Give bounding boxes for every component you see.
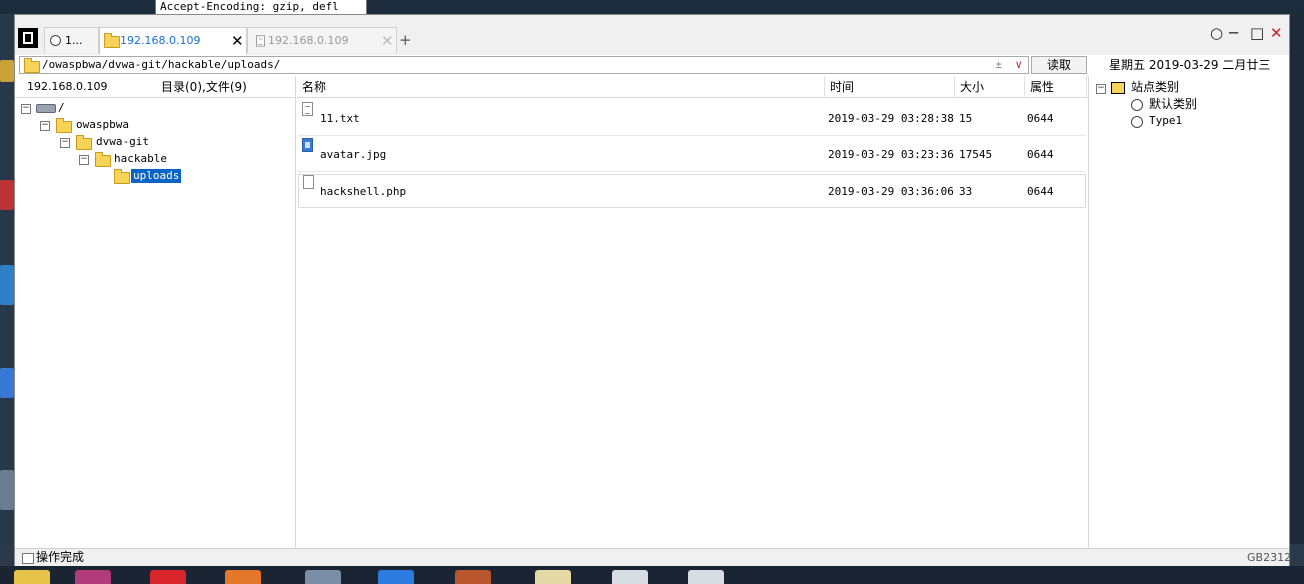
chevron-down-icon[interactable]: ∨: [1015, 57, 1022, 73]
taskbar-player-icon[interactable]: [225, 570, 261, 584]
file-attr: 0644: [1027, 148, 1054, 161]
close-tab-icon[interactable]: ✕: [231, 28, 244, 54]
file-size: 15: [959, 112, 973, 125]
desktop-vm-icon[interactable]: [0, 265, 14, 305]
site-category-type1[interactable]: Type1: [1149, 114, 1182, 128]
close-tab-icon[interactable]: ✕: [381, 28, 394, 53]
category-icon: [1131, 99, 1143, 111]
collapse-toggle[interactable]: −: [40, 121, 50, 131]
image-file-icon: [302, 138, 313, 152]
page-icon: [256, 35, 265, 47]
file-row[interactable]: 11.txt 2019-03-29 03:28:38 15 0644: [298, 102, 1086, 136]
app-logo-icon[interactable]: [18, 28, 38, 48]
left-header: 192.168.0.109 目录(0),文件(9): [15, 76, 296, 98]
file-row[interactable]: avatar.jpg 2019-03-29 03:23:36 17545 064…: [298, 138, 1086, 172]
taskbar-app-icon[interactable]: [75, 570, 111, 584]
file-size: 17545: [959, 148, 993, 161]
desktop-browser-icon[interactable]: [0, 368, 14, 398]
status-text: 操作完成: [36, 550, 85, 564]
directory-tree-pane: 192.168.0.109 目录(0),文件(9) − / − owaspbwa…: [15, 76, 296, 548]
folder-icon: [95, 152, 111, 167]
site-icon: [50, 35, 61, 46]
category-root-icon: [1111, 82, 1125, 94]
file-manager-window: 1... 192.168.0.109 ✕ 192.168.0.109 ✕ + ○…: [14, 14, 1291, 566]
tab-label: 1...: [65, 34, 83, 47]
file-name: hackshell.php: [320, 185, 407, 198]
text-file-icon: [302, 102, 313, 116]
taskbar-app-icon[interactable]: [535, 570, 571, 584]
file-time: 2019-03-29 03:23:36: [828, 148, 954, 161]
category-icon: [1131, 116, 1143, 128]
tab-label: 192.168.0.109: [268, 34, 349, 47]
tree-node-owaspbwa[interactable]: owaspbwa: [76, 118, 129, 132]
desktop-program-icon[interactable]: [0, 470, 14, 510]
file-attr: 0644: [1027, 112, 1054, 125]
folder-icon: [24, 58, 40, 73]
path-row: /owaspbwa/dvwa-git/hackable/uploads/ ± ∨…: [15, 55, 1289, 76]
tab-label: 192.168.0.109: [120, 34, 201, 47]
column-header-size[interactable]: 大小: [955, 76, 1025, 98]
file-attr: 0644: [1027, 185, 1054, 198]
status-icon: [22, 553, 34, 564]
taskbar: [0, 566, 1304, 584]
taskbar-app-icon[interactable]: [378, 570, 414, 584]
file-time: 2019-03-29 03:36:06: [828, 185, 954, 198]
collapse-toggle[interactable]: −: [21, 104, 31, 114]
taskbar-app-icon[interactable]: [305, 570, 341, 584]
column-header-time[interactable]: 时间: [825, 76, 955, 98]
status-bar: 操作完成 GB2312: [15, 548, 1291, 566]
taskbar-explorer-icon[interactable]: [14, 570, 50, 584]
pin-icon[interactable]: ○: [1210, 24, 1223, 42]
tab-1[interactable]: 1...: [44, 27, 99, 53]
tab-3[interactable]: 192.168.0.109 ✕: [247, 27, 397, 53]
drive-icon: [36, 104, 56, 113]
taskbar-app-icon[interactable]: [150, 570, 186, 584]
file-list-pane: 名称 时间 大小 属性 11.txt 2019-03-29 03:28:38 1…: [297, 76, 1089, 548]
tab-2-active[interactable]: 192.168.0.109 ✕: [99, 27, 247, 55]
file-time: 2019-03-29 03:28:38: [828, 112, 954, 125]
tree-node-uploads-selected[interactable]: uploads: [131, 169, 182, 183]
site-category-default[interactable]: 默认类别: [1149, 97, 1197, 111]
taskbar-app-icon[interactable]: [455, 570, 491, 584]
file-row[interactable]: hackshell.php 2019-03-29 03:36:06 33 064…: [298, 174, 1086, 208]
site-category-pane: − 站点类别 默认类别 Type1: [1090, 76, 1289, 548]
desktop-folder-icon[interactable]: [0, 60, 14, 82]
date-display: 星期五 2019-03-29 二月廿三: [1109, 58, 1271, 72]
collapse-toggle[interactable]: −: [79, 155, 89, 165]
taskbar-doc-icon[interactable]: [612, 570, 648, 584]
folder-icon: [104, 33, 120, 48]
add-tab-icon[interactable]: +: [399, 31, 412, 49]
file-name: avatar.jpg: [320, 148, 387, 161]
tree-node-root[interactable]: /: [58, 101, 65, 115]
read-button[interactable]: 读取: [1031, 56, 1087, 74]
site-category-root[interactable]: 站点类别: [1131, 80, 1179, 94]
host-label: 192.168.0.109: [27, 80, 108, 93]
minimize-icon[interactable]: ─: [1229, 24, 1238, 42]
path-value: /owaspbwa/dvwa-git/hackable/uploads/: [42, 58, 281, 71]
tab-bar: 1... 192.168.0.109 ✕ 192.168.0.109 ✕ + ○…: [15, 15, 1289, 55]
desktop-app-icon[interactable]: [0, 180, 14, 210]
collapse-toggle[interactable]: −: [60, 138, 70, 148]
background-window-text: Accept-Encoding: gzip, defl: [155, 0, 367, 14]
taskbar-doc-icon[interactable]: [688, 570, 724, 584]
plus-minus-icon[interactable]: ±: [995, 57, 1002, 73]
summary-label: 目录(0),文件(9): [161, 80, 247, 94]
file-list-header: 名称 时间 大小 属性: [297, 76, 1089, 98]
path-input[interactable]: /owaspbwa/dvwa-git/hackable/uploads/ ± ∨: [19, 56, 1029, 74]
file-name: 11.txt: [320, 112, 360, 125]
encoding-label[interactable]: GB2312: [1247, 549, 1291, 566]
php-file-icon: [303, 175, 314, 189]
column-header-attr[interactable]: 属性: [1025, 76, 1087, 98]
maximize-icon[interactable]: □: [1250, 24, 1264, 42]
tree-node-dvwa-git[interactable]: dvwa-git: [96, 135, 149, 149]
column-header-name[interactable]: 名称: [297, 76, 825, 98]
collapse-toggle[interactable]: −: [1096, 84, 1106, 94]
folder-open-icon: [114, 169, 130, 184]
folder-icon: [56, 118, 72, 133]
file-size: 33: [959, 185, 973, 198]
folder-icon: [76, 135, 92, 150]
desktop-right-strip: [1290, 14, 1304, 544]
close-window-icon[interactable]: ✕: [1270, 24, 1283, 42]
tree-node-hackable[interactable]: hackable: [114, 152, 167, 166]
